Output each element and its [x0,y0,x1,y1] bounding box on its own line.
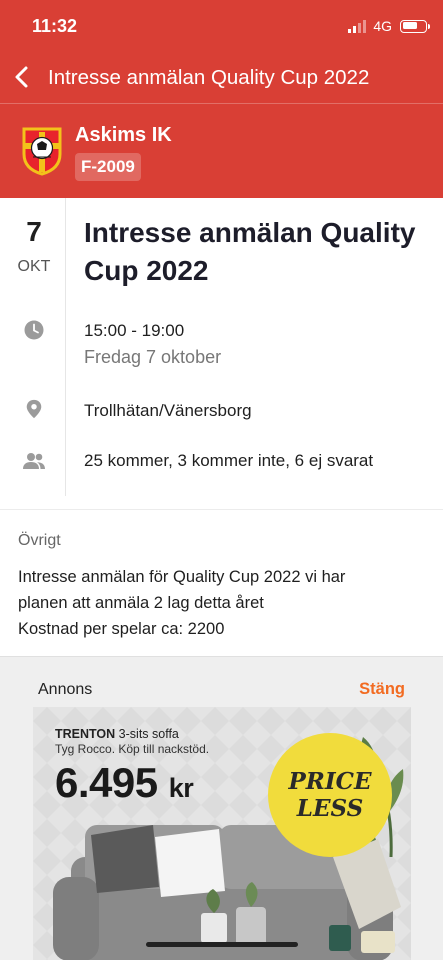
team-header: Askims IK F-2009 [0,104,443,198]
team-logo-icon [22,127,62,176]
team-tag-badge: F-2009 [75,153,141,181]
description-line: Intresse anmälan för Quality Cup 2022 vi… [18,568,346,586]
status-time: 11:32 [32,16,78,36]
event-details: 7 OKT Intresse anmälan Quality Cup 2022 … [0,198,443,510]
event-date: Fredag 7 oktober [84,347,222,367]
ad-section: Annons Stäng TRENTON 3-sits soffa Tyg Ro… [0,656,443,960]
battery-icon [400,19,430,33]
page-title: Intresse anmälan Quality Cup 2022 [48,66,370,89]
ad-price-unit: kr [168,773,194,803]
ad-price-number: 6.495 [55,759,158,806]
ad-banner[interactable]: TRENTON 3-sits soffa Tyg Rocco. Köp till… [33,707,411,960]
home-indicator[interactable] [146,942,298,947]
chevron-left-icon[interactable] [8,62,38,92]
event-day: 7 [26,216,42,247]
event-time: 15:00 - 19:00 [84,321,185,340]
ad-close-button[interactable]: Stäng [359,680,405,699]
ad-product-name: TRENTON [55,727,116,741]
badge-line-2: LESS [296,795,364,822]
ad-label: Annons [38,681,93,698]
people-icon [23,453,45,469]
status-indicators: 4G [348,18,430,34]
location-pin-icon [26,399,42,419]
event-attendance[interactable]: 25 kommer, 3 kommer inte, 6 ej svarat [84,451,373,471]
ad-copy: TRENTON 3-sits soffa Tyg Rocco. Köp till… [55,727,209,807]
event-title: Intresse anmälan Quality Cup 2022 [84,217,416,286]
event-location[interactable]: Trollhätan/Vänersborg [84,401,252,421]
description-line: planen att anmäla 2 lag detta året [18,594,264,612]
network-type: 4G [373,18,392,34]
ad-subline: Tyg Rocco. Köp till nackstöd. [55,742,210,756]
clock-icon [24,320,44,340]
other-info: Övrigt Intresse anmälan för Quality Cup … [0,510,443,656]
ad-price: 6.495 kr [55,759,209,807]
status-bar: 11:32 4G [0,0,443,54]
price-less-badge: PRICE LESS [268,733,392,857]
signal-icon [348,19,367,33]
event-month: OKT [17,258,51,275]
battery-level [402,22,417,29]
badge-line-1: PRICE [288,768,372,795]
ad-product-type: 3-sits soffa [118,727,179,741]
nav-bar: Intresse anmälan Quality Cup 2022 [0,54,443,104]
other-description: Intresse anmälan för Quality Cup 2022 vi… [18,564,428,642]
ad-product-line: TRENTON 3-sits soffa [55,727,209,741]
other-heading: Övrigt [18,532,61,549]
team-name[interactable]: Askims IK [75,124,172,147]
description-line: Kostnad per spelar ca: 2200 [18,620,225,638]
